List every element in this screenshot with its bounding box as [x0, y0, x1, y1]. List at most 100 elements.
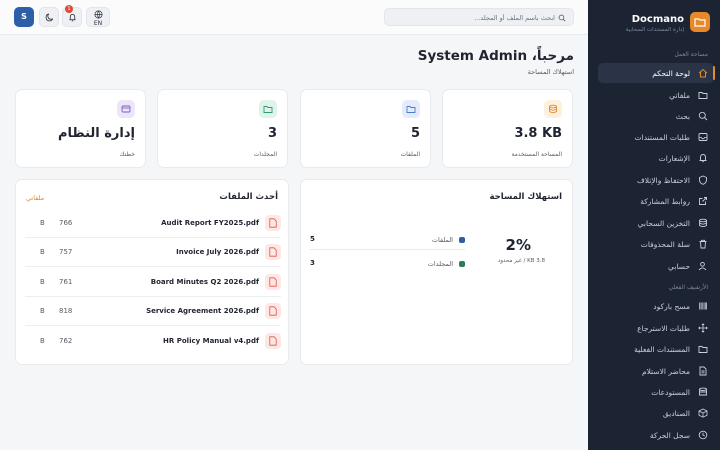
- section-label-archive: الأرشيف الفعلي: [668, 284, 708, 291]
- section-label-workspace: مساحة العمل: [674, 51, 708, 58]
- folder-icon: [259, 100, 277, 118]
- pdf-file-icon: [265, 333, 281, 349]
- folder-icon: [698, 346, 708, 353]
- file-size: 766: [59, 219, 73, 227]
- my-files-link[interactable]: ملفاتي: [26, 194, 44, 202]
- sidebar-item-barcode-scan[interactable]: مسح باركود: [598, 296, 714, 316]
- language-button[interactable]: EN: [86, 7, 110, 27]
- file-name: Audit Report FY2025.pdf: [161, 219, 259, 227]
- file-row[interactable]: HR Policy Manual v4.pdf 762 B: [25, 327, 281, 356]
- search-box[interactable]: [384, 8, 574, 26]
- sidebar-item-share-links[interactable]: روابط المشاركة: [598, 191, 714, 211]
- stat-label: خطتك: [119, 151, 136, 158]
- bell-icon: [69, 13, 76, 22]
- sidebar-item-label: الاحتفاظ والإتلاف: [637, 176, 690, 185]
- sidebar-item-search[interactable]: بحث: [598, 106, 714, 126]
- sidebar-item-account[interactable]: حسابي: [598, 256, 714, 276]
- pdf-file-icon: [265, 215, 281, 231]
- sidebar-item-notifications[interactable]: الإشعارات: [598, 148, 714, 168]
- file-size-unit: B: [40, 248, 45, 256]
- brand-subtitle: إدارة المستندات السحابية: [625, 27, 684, 33]
- notifications-button[interactable]: 1: [62, 5, 82, 27]
- sidebar-item-label: طلبات الاسترجاع: [637, 324, 690, 333]
- sidebar-item-label: المستودعات: [651, 388, 690, 397]
- stat-value: 3.8 KB: [514, 126, 562, 141]
- legend-label: المجلدات: [427, 260, 453, 268]
- pdf-file-icon: [265, 274, 281, 290]
- sidebar-item-label: المستندات الفعلية: [634, 345, 690, 354]
- file-size: 757: [59, 248, 73, 256]
- sidebar-item-label: بحث: [675, 112, 690, 121]
- file-name: Service Agreement 2026.pdf: [146, 307, 259, 315]
- search-icon: [698, 111, 708, 121]
- sidebar-item-label: حسابي: [668, 262, 690, 271]
- file-size: 761: [59, 278, 73, 286]
- sidebar-item-label: روابط المشاركة: [640, 197, 690, 206]
- sidebar-item-retention[interactable]: الاحتفاظ والإتلاف: [598, 170, 714, 190]
- file-row[interactable]: Board Minutes Q2 2026.pdf 761 B: [25, 268, 281, 297]
- sidebar-item-label: طلبات المستندات: [634, 133, 690, 142]
- panel-title: أحدث الملفات: [219, 192, 278, 202]
- sidebar-item-dashboard[interactable]: لوحة التحكم: [598, 63, 715, 83]
- file-size-unit: B: [40, 219, 45, 227]
- sidebar-item-boxes[interactable]: الصناديق: [598, 403, 714, 423]
- sidebar-item-label: لوحة التحكم: [652, 69, 690, 78]
- sidebar-item-physical-documents[interactable]: المستندات الفعلية: [598, 339, 714, 359]
- pdf-file-icon: [265, 244, 281, 260]
- barcode-icon: [699, 302, 707, 310]
- stat-card-folders: 3 المجلدات: [157, 89, 288, 168]
- legend-item-files: الملفات 5: [310, 232, 465, 250]
- stat-value: 3: [267, 126, 277, 141]
- storage-usage-panel: استهلاك المساحة 2% 3.8 KB / غير محدود ال…: [300, 179, 573, 365]
- file-size-unit: B: [40, 337, 45, 345]
- file-size-unit: B: [40, 278, 45, 286]
- database-icon: [544, 100, 562, 118]
- move-icon: [698, 323, 708, 333]
- file-row[interactable]: Audit Report FY2025.pdf 766 B: [25, 209, 281, 238]
- trash-icon: [699, 239, 707, 249]
- inbox-icon: [698, 133, 708, 141]
- external-link-icon: [699, 197, 707, 205]
- sidebar-item-label: الصناديق: [662, 409, 690, 418]
- page-title: مرحباً، System Admin: [417, 48, 574, 64]
- user-icon: [698, 261, 707, 271]
- recent-files-panel: أحدث الملفات ملفاتي Audit Report FY2025.…: [15, 179, 289, 365]
- stat-label: المجلدات: [253, 151, 277, 158]
- sidebar-item-activity-log[interactable]: سجل الحركة: [598, 425, 714, 445]
- search-input[interactable]: [395, 11, 555, 24]
- file-name: Invoice July 2026.pdf: [176, 248, 259, 256]
- theme-toggle-button[interactable]: [39, 7, 59, 27]
- sidebar-item-my-files[interactable]: ملفاتي: [598, 85, 714, 105]
- globe-icon: [94, 10, 103, 19]
- sidebar-item-label: التخزين السحابي: [637, 219, 690, 228]
- pdf-file-icon: [265, 303, 281, 319]
- file-name: HR Policy Manual v4.pdf: [163, 337, 259, 345]
- legend-label: الملفات: [431, 236, 453, 244]
- clock-icon: [698, 430, 708, 440]
- sidebar-item-retrieval-requests[interactable]: طلبات الاسترجاع: [598, 318, 714, 338]
- stat-label: الملفات: [400, 151, 420, 158]
- stat-card-plan: إدارة النظام خطتك: [15, 89, 146, 168]
- brand: Docmano إدارة المستندات السحابية: [598, 12, 710, 36]
- sidebar-item-trash[interactable]: سلة المحذوفات: [598, 234, 714, 254]
- sidebar-item-cloud-storage[interactable]: التخزين السحابي: [598, 213, 714, 233]
- file-row[interactable]: Invoice July 2026.pdf 757 B: [25, 238, 281, 267]
- sidebar-item-label: ملفاتي: [669, 91, 690, 100]
- shield-icon: [699, 175, 707, 185]
- sidebar-item-label: محاضر الاستلام: [641, 367, 690, 376]
- folder-icon: [402, 100, 420, 118]
- folder-logo-icon: [690, 12, 710, 32]
- top-bar: S 1 EN: [0, 0, 588, 35]
- avatar[interactable]: S: [14, 7, 34, 27]
- sidebar-item-warehouses[interactable]: المستودعات: [598, 382, 714, 402]
- file-text-icon: [699, 366, 707, 376]
- sidebar-item-document-requests[interactable]: طلبات المستندات: [598, 127, 714, 147]
- file-name: Board Minutes Q2 2026.pdf: [150, 278, 259, 286]
- file-row[interactable]: Service Agreement 2026.pdf 818 B: [25, 297, 281, 326]
- file-size: 762: [59, 337, 73, 345]
- sidebar-item-receipt-records[interactable]: محاضر الاستلام: [598, 361, 714, 381]
- sidebar: Docmano إدارة المستندات السحابية مساحة ا…: [588, 0, 720, 450]
- sidebar-item-label: سلة المحذوفات: [640, 240, 690, 249]
- legend-swatch: [459, 237, 465, 243]
- usage-percent: 2%: [505, 236, 531, 254]
